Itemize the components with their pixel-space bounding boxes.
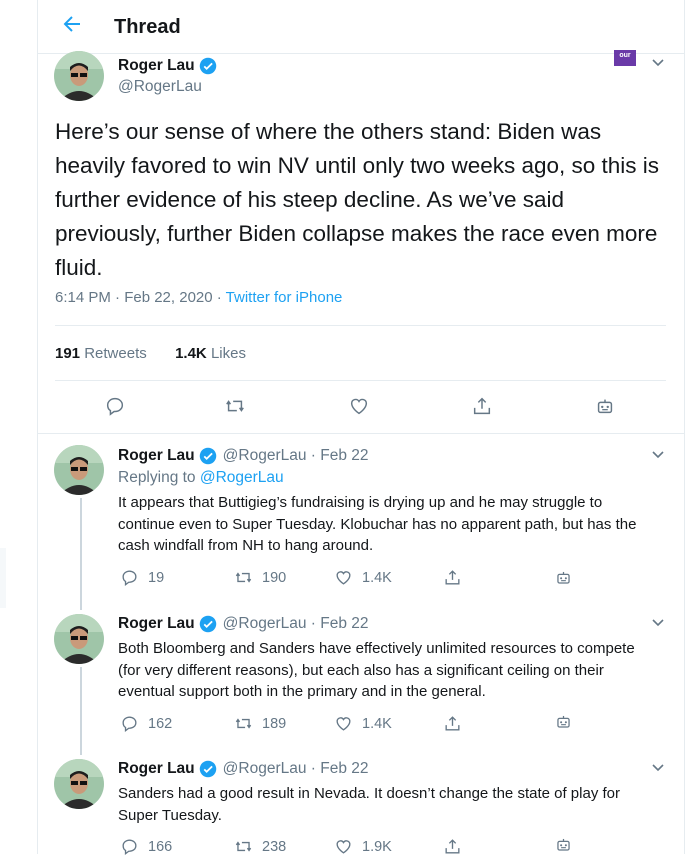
- verified-badge-icon: [199, 760, 216, 778]
- reply-action[interactable]: 19: [120, 568, 164, 587]
- bot-icon: [557, 715, 570, 728]
- thread-connector: [80, 667, 82, 755]
- reply-action[interactable]: 162: [120, 714, 172, 733]
- share-icon: [445, 570, 460, 585]
- reply-icon: [122, 570, 137, 586]
- reply-icon: [122, 716, 137, 732]
- chevron-down-icon[interactable]: [650, 759, 666, 775]
- bot-icon: [557, 571, 570, 584]
- thread-column: Thread Roger Lau @RogerLau our Here’s ou…: [37, 0, 685, 856]
- separator: [38, 433, 684, 434]
- back-arrow-icon[interactable]: [60, 12, 88, 40]
- like-icon[interactable]: [348, 395, 372, 419]
- share-icon: [445, 839, 460, 854]
- reply-author-name[interactable]: Roger Lau @RogerLau · Feb 22: [118, 615, 369, 633]
- tweet-text: Here’s our sense of where the others sta…: [55, 119, 660, 280]
- tweet-timestamp[interactable]: 6:14 PM · Feb 22, 2020 ·: [55, 289, 222, 306]
- like-icon: [336, 717, 351, 731]
- tweet-meta: 6:14 PM · Feb 22, 2020 · Twitter for iPh…: [55, 289, 342, 306]
- reply-action[interactable]: 166: [120, 837, 172, 856]
- divider: [55, 325, 666, 326]
- extension-badge-icon: our: [614, 50, 636, 66]
- like-icon: [336, 571, 351, 585]
- verified-badge-icon: [199, 57, 216, 75]
- share-action[interactable]: [443, 568, 462, 587]
- tweet-source-link[interactable]: Twitter for iPhone: [226, 289, 343, 306]
- chevron-down-icon[interactable]: [650, 446, 666, 462]
- reply-text: Sanders had a good result in Nevada. It …: [118, 785, 620, 824]
- share-action[interactable]: [443, 837, 462, 856]
- chevron-down-icon[interactable]: [650, 54, 666, 70]
- like-icon: [336, 840, 351, 854]
- reply-handle-date[interactable]: @RogerLau · Feb 22: [223, 760, 369, 778]
- chevron-down-icon[interactable]: [650, 614, 666, 630]
- bot-action[interactable]: [554, 835, 573, 854]
- bot-action[interactable]: [554, 568, 573, 587]
- avatar[interactable]: [54, 51, 104, 101]
- reply-handle-date[interactable]: @RogerLau · Feb 22: [223, 447, 369, 465]
- retweet-action[interactable]: 238: [234, 837, 286, 856]
- like-action[interactable]: 1.4K: [334, 568, 392, 587]
- share-icon[interactable]: [471, 395, 495, 419]
- avatar[interactable]: [54, 445, 104, 495]
- share-action[interactable]: [443, 714, 462, 733]
- reply-author-name[interactable]: Roger Lau @RogerLau · Feb 22: [118, 760, 369, 778]
- author-name[interactable]: Roger Lau: [118, 57, 217, 75]
- reply-text: Both Bloomberg and Sanders have effectiv…: [118, 640, 635, 700]
- likes-stat[interactable]: 1.4K Likes: [175, 345, 246, 362]
- replying-to-link[interactable]: @RogerLau: [200, 469, 284, 486]
- page-title: Thread: [114, 16, 181, 38]
- retweets-stat[interactable]: 191 Retweets: [55, 345, 147, 362]
- reply-icon[interactable]: [104, 395, 128, 419]
- share-icon: [445, 716, 460, 731]
- thread-connector: [80, 498, 82, 610]
- retweet-icon: [235, 718, 252, 729]
- reply-handle-date[interactable]: @RogerLau · Feb 22: [223, 615, 369, 633]
- retweet-icon: [235, 841, 252, 852]
- replying-to: Replying to @RogerLau: [118, 469, 284, 486]
- reply-icon: [122, 839, 137, 855]
- avatar[interactable]: [54, 759, 104, 809]
- author-handle[interactable]: @RogerLau: [118, 78, 202, 96]
- retweet-icon: [235, 572, 252, 583]
- verified-badge-icon: [199, 447, 216, 465]
- reply-text: It appears that Buttigieg’s fundraising …: [118, 494, 637, 554]
- bot-action[interactable]: [554, 712, 573, 731]
- reply-author-name[interactable]: Roger Lau @RogerLau · Feb 22: [118, 447, 369, 465]
- thread-header: Thread: [38, 0, 684, 54]
- like-action[interactable]: 1.9K: [334, 837, 392, 856]
- avatar[interactable]: [54, 614, 104, 664]
- divider: [55, 380, 666, 381]
- retweet-action[interactable]: 189: [234, 714, 286, 733]
- retweet-icon[interactable]: [224, 395, 248, 419]
- bot-icon: [557, 838, 570, 851]
- verified-badge-icon: [199, 615, 216, 633]
- like-action[interactable]: 1.4K: [334, 714, 392, 733]
- bot-icon[interactable]: [594, 395, 618, 419]
- background-edge: [0, 548, 6, 608]
- retweet-action[interactable]: 190: [234, 568, 286, 587]
- tweet-stats: 191 Retweets 1.4K Likes: [55, 345, 246, 362]
